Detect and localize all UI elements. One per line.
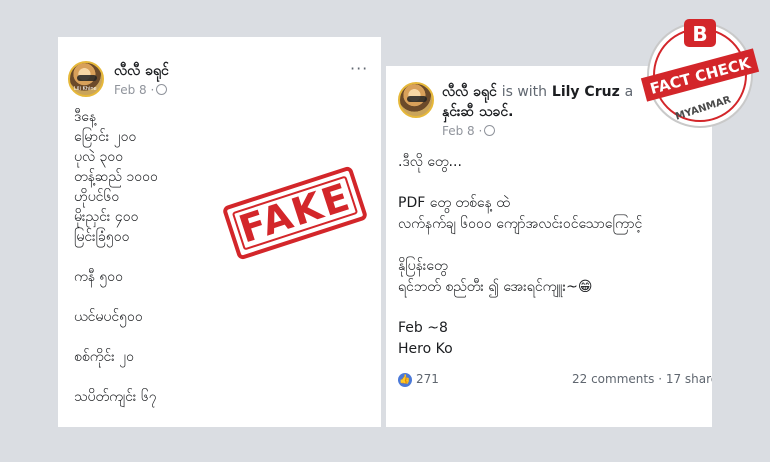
post-line: ဒီနေ့: [74, 109, 97, 125]
post-body-line: လက်နက်ချ ၆၀၀၀ ကျော်အလင်းဝင်သောကြောင့်: [398, 216, 643, 232]
post-body-line: Hero Ko: [398, 341, 453, 357]
post-line: တန့်ဆည် ၁၀၀၀: [74, 169, 158, 185]
post-stats: 22 comments · 17 shares: [572, 372, 712, 386]
post-line-blank: [74, 247, 158, 267]
post-line: ပုလဲ ၃၀၀: [74, 149, 124, 165]
globe-icon: [484, 125, 496, 136]
author-avatar[interactable]: Lili Khine: [68, 61, 104, 97]
post-line-blank: [74, 287, 158, 307]
with-text: is with: [501, 84, 548, 100]
post-body-line: PDF တွေ တစ်နေ့ ထဲ: [398, 195, 510, 211]
post-date[interactable]: Feb 8 ·: [442, 124, 496, 138]
post-line: စစ်ကိုင်း ၂၀: [74, 349, 134, 365]
post-line: သပိတ်ကျင်း ၆၇: [74, 389, 157, 405]
post-line: မြောင်း ၂၀၀: [74, 129, 137, 145]
reactions[interactable]: 👍 271: [398, 372, 439, 387]
badge-logo-letter: B: [692, 22, 707, 46]
fact-check-badge: B FACT CHECK MYANMAR: [640, 19, 760, 128]
avatar-caption: Lili Khine: [74, 86, 97, 92]
author-name[interactable]: လီလီ ခရုင်: [442, 84, 497, 100]
shares-link[interactable]: 17 shares: [666, 372, 712, 386]
tagged-user[interactable]: Lily Cruz: [552, 84, 620, 100]
stats-separator: ·: [658, 372, 666, 386]
post-line: ကနီ ၅၀၀: [74, 269, 124, 285]
post-date[interactable]: Feb 8 ·: [114, 83, 168, 97]
post-text: ဒီနေ့ မြောင်း ၂၀၀ ပုလဲ ၃၀၀ တန့်ဆည် ၁၀၀၀ …: [74, 107, 158, 407]
author-name[interactable]: လီလီ ခရုင်: [114, 61, 169, 82]
sunglasses-icon: [407, 96, 427, 102]
like-icon: 👍: [398, 372, 412, 387]
left-post-card: Lili Khine လီလီ ခရုင် Feb 8 · ··· ဒီနေ့ …: [58, 37, 381, 427]
like-count: 271: [416, 372, 439, 386]
author-avatar[interactable]: [398, 82, 434, 118]
post-body-line: Feb ~8: [398, 320, 448, 336]
post-line-blank: [74, 367, 158, 387]
post-date-text: Feb 8 ·: [442, 124, 483, 138]
more-options-button[interactable]: ···: [350, 59, 368, 78]
globe-icon: [156, 84, 168, 95]
post-line: မိုးညှင်း ၄၀၀: [74, 209, 139, 225]
post-line-blank: [74, 327, 158, 347]
post-header: လီလီ ခရုင် is with Lily Cruz a: [442, 82, 633, 103]
tagged-user-2[interactable]: နှင်းဆီ သခင်.: [442, 102, 513, 123]
comments-link[interactable]: 22 comments: [572, 372, 654, 386]
post-body-line: နိုပြန်းတွေ: [398, 258, 448, 274]
and-text: a: [624, 84, 634, 100]
post-body-line: .ဒီလို တွေ...: [398, 154, 462, 170]
post-date-text: Feb 8 ·: [114, 83, 155, 97]
sunglasses-icon: [77, 75, 97, 81]
post-line: မြင်းခြံ၅၀၀: [74, 229, 130, 245]
post-body-line: ရင်ဘတ် စည်တီး ၍ အေးရင်ကျူး~😁: [398, 279, 593, 295]
post-line: ဟိုပင်၆၀: [74, 189, 120, 205]
post-line: ယင်မပင်၅၀၀: [74, 309, 143, 325]
